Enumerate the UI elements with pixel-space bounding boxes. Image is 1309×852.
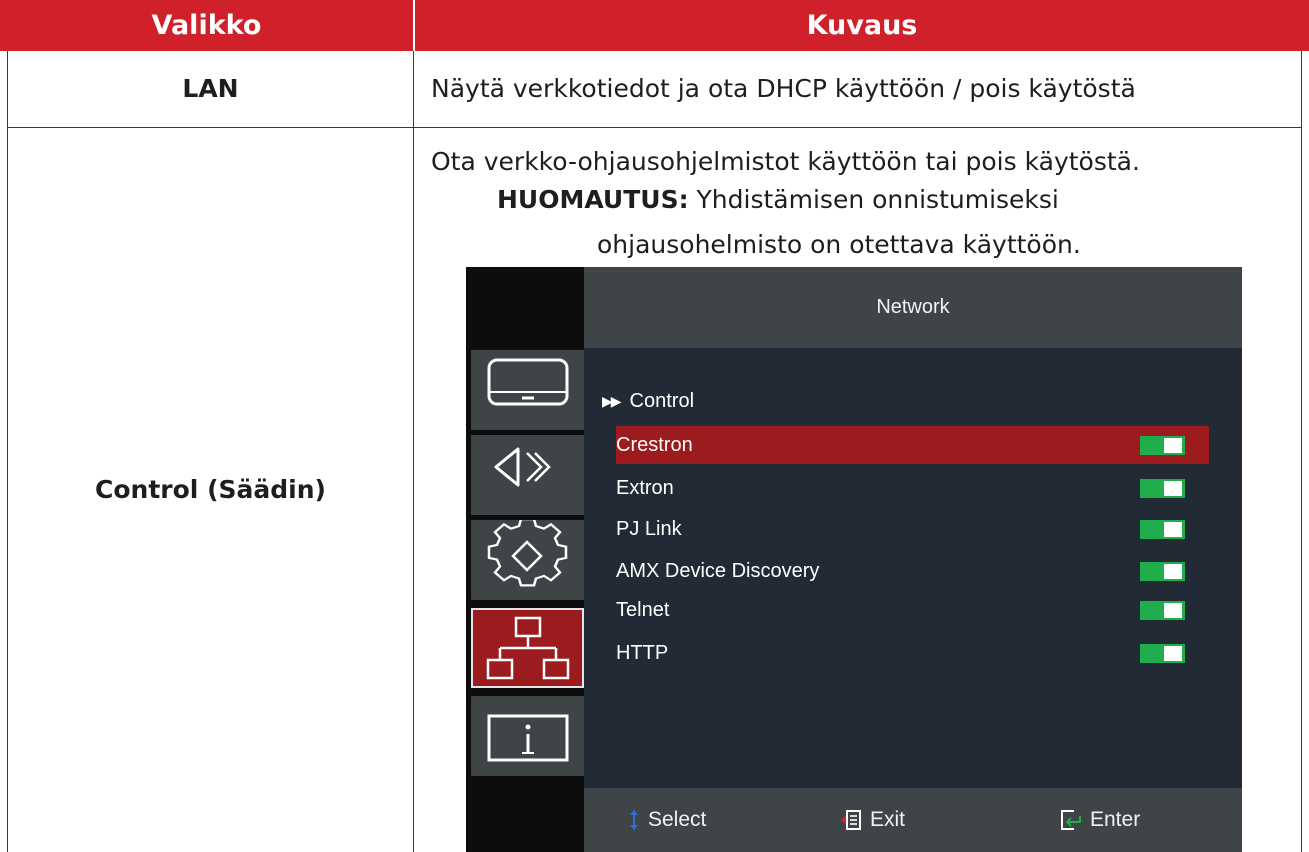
toggle-switch[interactable] (1140, 479, 1185, 498)
note-text-1: Yhdistämisen onnistumiseksi (688, 185, 1059, 214)
osd-section-heading: ▶▶ Control (602, 390, 694, 413)
note-label: HUOMAUTUS: (497, 185, 689, 214)
osd-item-pj-link[interactable]: PJ Link (616, 510, 1209, 548)
footer-exit-label: Exit (870, 808, 906, 831)
network-icon (486, 616, 570, 680)
document-table: Valikko Kuvaus LAN Näytä verkkotiedot ja… (0, 0, 1309, 852)
header-description: Kuvaus (415, 0, 1309, 51)
osd-section-label: Control (629, 390, 695, 412)
osd-item-amx-device-discovery[interactable]: AMX Device Discovery (616, 552, 1209, 590)
toggle-knob (1164, 438, 1182, 453)
info-icon (487, 714, 569, 762)
header-menu: Valikko (0, 0, 413, 51)
toggle-knob (1164, 481, 1182, 496)
note-line-1: HUOMAUTUS: Yhdistämisen onnistumiseksi (497, 185, 1059, 214)
footer-enter-label: Enter (1090, 808, 1141, 831)
toggle-switch[interactable] (1140, 436, 1185, 455)
footer-select-label: Select (648, 808, 707, 831)
up-down-arrow-icon (630, 810, 638, 830)
row-lan-description: Näytä verkkotiedot ja ota DHCP käyttöön … (431, 74, 1136, 103)
table-border-right (1301, 51, 1302, 852)
osd-item-crestron[interactable]: Crestron (616, 426, 1209, 464)
toggle-knob (1164, 646, 1182, 661)
tab-settings[interactable] (471, 520, 584, 600)
osd-item-label: HTTP (616, 642, 669, 664)
row-lan-menu: LAN (182, 74, 239, 103)
settings-icon (487, 520, 568, 587)
osd-item-label: PJ Link (616, 518, 682, 540)
toggle-knob (1164, 522, 1182, 537)
toggle-switch[interactable] (1140, 601, 1185, 620)
osd-item-label: Extron (616, 477, 674, 499)
table-row-divider (7, 127, 1302, 128)
table-column-divider (413, 51, 414, 852)
osd-item-label: AMX Device Discovery (616, 560, 820, 582)
enter-icon (1061, 810, 1081, 830)
tab-network[interactable] (471, 608, 584, 688)
row-control-menu: Control (Säädin) (95, 475, 326, 504)
osd-network-menu: Network ▶▶ Control Crestron Extron PJ Li… (466, 267, 1242, 852)
footer-exit: Exit (840, 788, 905, 852)
footer-enter: Enter (1060, 788, 1140, 852)
osd-item-telnet[interactable]: Telnet (616, 591, 1209, 629)
note-line-2: ohjausohelmisto on otettava käyttöön. (597, 230, 1081, 259)
double-arrow-icon: ▶▶ (602, 393, 621, 409)
toggle-knob (1164, 603, 1182, 618)
osd-item-http[interactable]: HTTP (616, 634, 1209, 672)
tab-info[interactable] (471, 696, 584, 776)
tab-audio[interactable] (471, 435, 584, 515)
osd-footer: Select Exit Enter (584, 788, 1242, 852)
osd-item-label: Telnet (616, 599, 670, 621)
tab-display[interactable] (471, 350, 584, 430)
toggle-switch[interactable] (1140, 644, 1185, 663)
footer-select: Select (628, 788, 706, 852)
row-control-description: Ota verkko-ohjausohjelmistot käyttöön ta… (431, 147, 1140, 176)
osd-item-extron[interactable]: Extron (616, 469, 1209, 507)
toggle-knob (1164, 564, 1182, 579)
display-icon (487, 358, 569, 406)
toggle-switch[interactable] (1140, 520, 1185, 539)
table-border-left (7, 51, 8, 852)
audio-icon (494, 447, 551, 487)
osd-item-label: Crestron (616, 434, 693, 456)
toggle-switch[interactable] (1140, 562, 1185, 581)
exit-icon (841, 810, 861, 830)
osd-title: Network (876, 296, 950, 318)
